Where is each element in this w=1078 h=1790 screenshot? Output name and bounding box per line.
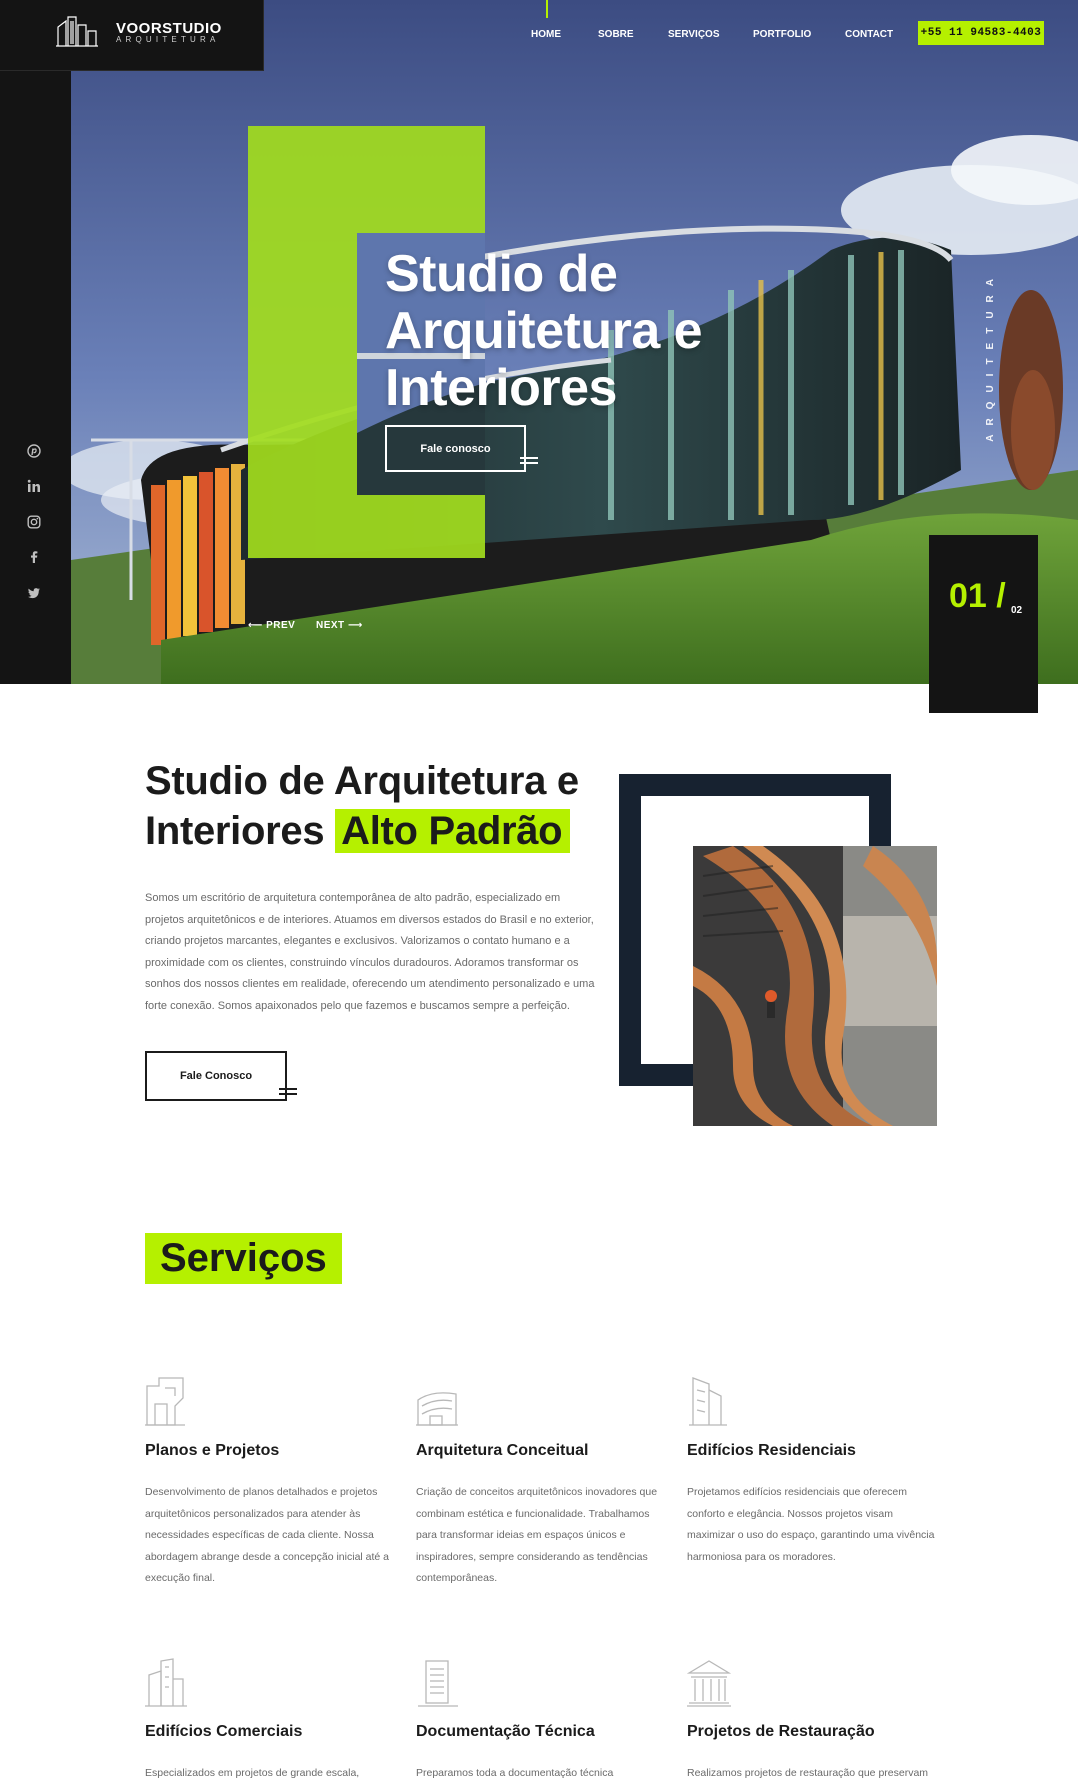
- brand-logo[interactable]: VOORSTUDIO ARQUITETURA: [0, 0, 264, 71]
- hero-title-line: Interiores: [385, 359, 617, 417]
- service-title: Planos e Projetos: [145, 1442, 280, 1459]
- hero-contact-button[interactable]: Fale conosco: [385, 425, 538, 472]
- about-description: Somos um escritório de arquitetura conte…: [145, 892, 595, 1012]
- commercial-building-icon: [145, 1658, 187, 1707]
- service-description: Especializados em projetos de grande esc…: [145, 1767, 360, 1779]
- pinterest-icon[interactable]: [27, 444, 45, 462]
- slide-current: 01 /: [949, 577, 1006, 615]
- service-description: Projetamos edifícios residenciais que of…: [687, 1486, 935, 1563]
- service-card: Edifícios Comerciais Especializados em p…: [145, 1657, 400, 1779]
- nav-home[interactable]: HOME: [531, 29, 561, 40]
- nav-sobre[interactable]: SOBRE: [598, 29, 634, 40]
- floor-plan-icon: [145, 1377, 185, 1426]
- service-description: Preparamos toda a documentação técnica: [416, 1767, 614, 1779]
- hero-title-line: Arquitetura e: [385, 302, 703, 360]
- slider-next-button[interactable]: NEXT ⟶: [316, 620, 363, 631]
- service-card: Documentação Técnica Preparamos toda a d…: [416, 1657, 671, 1779]
- about-contact-button[interactable]: Fale Conosco: [145, 1051, 297, 1101]
- spiral-staircase-photo: [693, 846, 937, 1126]
- about-title: Studio de Arquitetura e Interiores Alto …: [145, 756, 615, 856]
- service-card: Projetos de Restauração Realizamos proje…: [687, 1657, 942, 1779]
- linkedin-icon[interactable]: [27, 479, 45, 497]
- facebook-icon[interactable]: [27, 550, 45, 568]
- service-title: Arquitetura Conceitual: [416, 1442, 589, 1459]
- double-line-icon: [279, 1087, 297, 1097]
- hero-title: Studio de Arquitetura e Interiores: [385, 246, 805, 417]
- arrow-right-icon: ⟶: [344, 620, 363, 631]
- service-title: Documentação Técnica: [416, 1723, 595, 1740]
- building-logo-icon: [56, 16, 98, 47]
- slider-prev-button[interactable]: ⟵ PREV: [248, 620, 295, 631]
- concept-building-icon: [416, 1392, 458, 1426]
- residential-building-icon: [689, 1377, 727, 1426]
- nav-servicos[interactable]: SERVIÇOS: [668, 29, 720, 40]
- vertical-category-label: ARQUITETURA: [985, 270, 996, 442]
- service-description: Desenvolvimento de planos detalhados e p…: [145, 1486, 390, 1584]
- service-card: Edifícios Residenciais Projetamos edifíc…: [687, 1376, 942, 1563]
- about-title-highlight: Alto Padrão: [335, 809, 571, 853]
- service-card: Planos e Projetos Desenvolvimento de pla…: [145, 1376, 400, 1584]
- slide-total: 02: [1011, 605, 1023, 616]
- hero-contact-button-label: Fale conosco: [420, 442, 491, 455]
- about-contact-button-label: Fale Conosco: [179, 1070, 253, 1082]
- brand-tagline: ARQUITETURA: [116, 35, 220, 44]
- service-title: Edifícios Comerciais: [145, 1723, 303, 1740]
- services-heading: Serviços: [145, 1233, 342, 1284]
- prev-label: PREV: [266, 620, 296, 631]
- nav-portfolio[interactable]: PORTFOLIO: [753, 29, 811, 40]
- instagram-icon[interactable]: [27, 515, 45, 533]
- hero-title-line: Studio de: [385, 245, 618, 303]
- arrow-left-icon: ⟵: [248, 620, 267, 631]
- technical-document-icon: [418, 1660, 458, 1707]
- service-title: Projetos de Restauração: [687, 1723, 875, 1740]
- left-rail: [0, 0, 71, 684]
- nav-contact[interactable]: CONTACT: [845, 29, 893, 40]
- service-title: Edifícios Residenciais: [687, 1442, 856, 1459]
- slide-counter: 01 / 02: [929, 535, 1038, 713]
- service-card: Arquitetura Conceitual Criação de concei…: [416, 1376, 671, 1584]
- active-nav-indicator: [546, 0, 548, 18]
- service-description: Realizamos projetos de restauração que p…: [687, 1767, 929, 1779]
- restoration-columns-icon: [687, 1660, 731, 1707]
- next-label: NEXT: [316, 620, 345, 631]
- hero-section: VOORSTUDIO ARQUITETURA HOME SOBRE SERVIÇ…: [0, 0, 1078, 713]
- phone-button[interactable]: +55 11 94583-4403: [918, 21, 1044, 45]
- twitter-icon[interactable]: [27, 586, 45, 604]
- double-line-icon: [520, 456, 538, 466]
- service-description: Criação de conceitos arquitetônicos inov…: [416, 1486, 658, 1584]
